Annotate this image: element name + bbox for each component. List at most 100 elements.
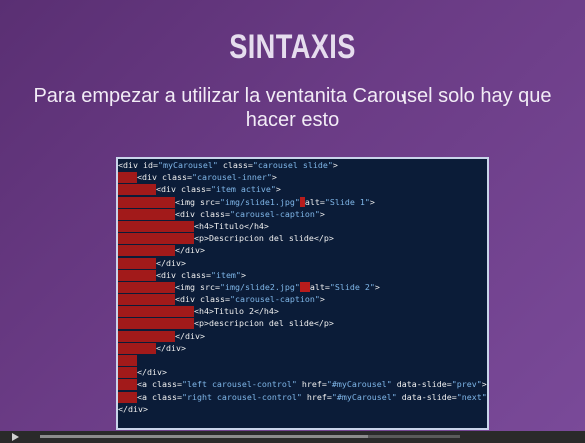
code-panel: <div id="myCarousel" class="carousel sli… <box>116 157 489 430</box>
code-line: <img src="img/slide1.jpg" alt="Slide 1"> <box>118 196 487 208</box>
code-token: <div class= <box>156 269 211 280</box>
code-token: <h4>Titulo</h4> <box>194 220 269 231</box>
code-line: <p>descripcion del slide</p> <box>118 317 487 330</box>
indent-marker <box>118 184 156 196</box>
code-token: > <box>240 269 246 280</box>
code-token: <a class= <box>137 379 182 390</box>
indent-marker <box>118 306 194 318</box>
code-token: <img src= <box>175 196 220 207</box>
slide-title: SINTAXIS <box>229 28 356 66</box>
code-token: "item" <box>210 269 241 280</box>
indent-marker <box>118 245 175 257</box>
code-token: </div> <box>156 257 186 268</box>
code-token: "img/slide2.jpg" <box>219 281 300 292</box>
indent-marker <box>118 281 175 293</box>
video-player-bar <box>0 431 585 443</box>
code-line: <h4>Titulo 2</h4> <box>118 305 487 318</box>
code-token: class= <box>217 160 253 170</box>
indent-marker <box>118 196 175 208</box>
code-token: <h4>Titulo 2</h4> <box>194 306 279 317</box>
code-token: > <box>319 208 325 219</box>
code-line: <div id="myCarousel" class="carousel sli… <box>118 159 487 171</box>
code-line: <a class="left carousel-control" href="#… <box>118 378 487 391</box>
code-token: <div class= <box>175 294 230 305</box>
play-icon[interactable] <box>12 433 19 441</box>
code-token: > <box>271 172 277 183</box>
indent-marker <box>118 172 137 184</box>
code-token: </div> <box>175 330 205 341</box>
indent-marker <box>118 342 156 354</box>
code-token: <img src= <box>175 281 220 292</box>
indent-marker <box>118 355 137 366</box>
code-token: "right carousel-control" <box>181 391 302 402</box>
code-token: </div> <box>156 342 186 353</box>
code-token: > <box>332 160 338 170</box>
code-line: <p>Descripcion del slide</p> <box>118 232 487 245</box>
code-token: > <box>374 281 380 292</box>
indent-marker <box>118 208 175 220</box>
code-token: <div id= <box>118 160 158 170</box>
code-token: "carousel-caption" <box>229 208 320 219</box>
code-line: </div> <box>118 403 487 415</box>
code-token: <p>Descripcion del slide</p> <box>194 233 334 244</box>
code-token: "img/slide1.jpg" <box>219 196 300 207</box>
code-token: > <box>275 184 281 195</box>
code-token: data-slide= <box>391 379 452 390</box>
indent-marker <box>118 391 137 403</box>
code-line: <div class="carousel-inner"> <box>118 171 487 184</box>
code-token: </div> <box>118 403 148 414</box>
video-progress-fill <box>40 435 368 438</box>
code-line: </div> <box>118 342 487 354</box>
code-line: <img src="img/slide2.jpg" alt="Slide 2"> <box>118 281 487 293</box>
code-line <box>118 354 487 366</box>
code-token: "carousel-caption" <box>229 294 320 305</box>
code-token: </div> <box>137 367 167 378</box>
indent-marker <box>118 220 194 232</box>
code-token: <div class= <box>137 172 192 183</box>
code-token: >›</a> <box>487 392 488 402</box>
code-line: <div class="item active"> <box>118 183 487 196</box>
code-token: "myCarousel" <box>157 160 218 170</box>
code-token: <p>descripcion del slide</p> <box>194 318 334 329</box>
indent-marker <box>118 257 156 269</box>
code-token: href= <box>296 379 327 390</box>
indent-marker <box>118 318 194 330</box>
indent-marker <box>118 233 194 245</box>
code-token: "left carousel-control" <box>181 379 297 390</box>
code-line: </div> <box>118 257 487 269</box>
code-line: </div> <box>118 244 487 257</box>
code-line: <a class="right carousel-control" href="… <box>118 391 487 403</box>
code-line: <div class="carousel-caption"> <box>118 293 487 306</box>
code-token: >‹</a> <box>481 379 487 390</box>
code-token: alt= <box>304 196 325 207</box>
code-token: > <box>369 196 375 207</box>
indent-marker <box>118 294 175 306</box>
code-token: "item active" <box>210 184 276 195</box>
code-token: "carousel slide" <box>252 160 333 170</box>
code-token: <div class= <box>175 208 230 219</box>
code-line: </div> <box>118 330 487 342</box>
code-line: <div class="item"> <box>118 269 487 281</box>
code-token: "carousel-inner" <box>191 172 272 183</box>
code-token: <a class= <box>137 391 182 402</box>
code-token: </div> <box>175 245 205 256</box>
code-line: <div class="carousel-caption"> <box>118 208 487 220</box>
code-line: </div> <box>118 366 487 379</box>
code-token: "Slide 2" <box>329 281 375 292</box>
error-highlight <box>299 281 310 292</box>
subtitle-line-1: Para empezar a utilizar la ventanita Car… <box>33 85 552 107</box>
code-token: "Slide 1" <box>324 196 370 207</box>
code-token: "next" <box>456 391 487 402</box>
code-token: "prev" <box>451 379 482 390</box>
code-token: "#myCarousel" <box>331 391 397 402</box>
code-line: <h4>Titulo</h4> <box>118 220 487 232</box>
code-token: "#myCarousel" <box>326 379 392 390</box>
indent-marker <box>118 367 137 379</box>
code-token: href= <box>301 391 332 402</box>
subtitle-line-2: hacer esto <box>245 109 340 131</box>
video-progress-bar[interactable] <box>40 435 460 438</box>
code-token: <div class= <box>156 184 211 195</box>
indent-marker <box>118 330 175 342</box>
code-token: > <box>319 294 325 305</box>
code-token: alt= <box>309 281 330 292</box>
